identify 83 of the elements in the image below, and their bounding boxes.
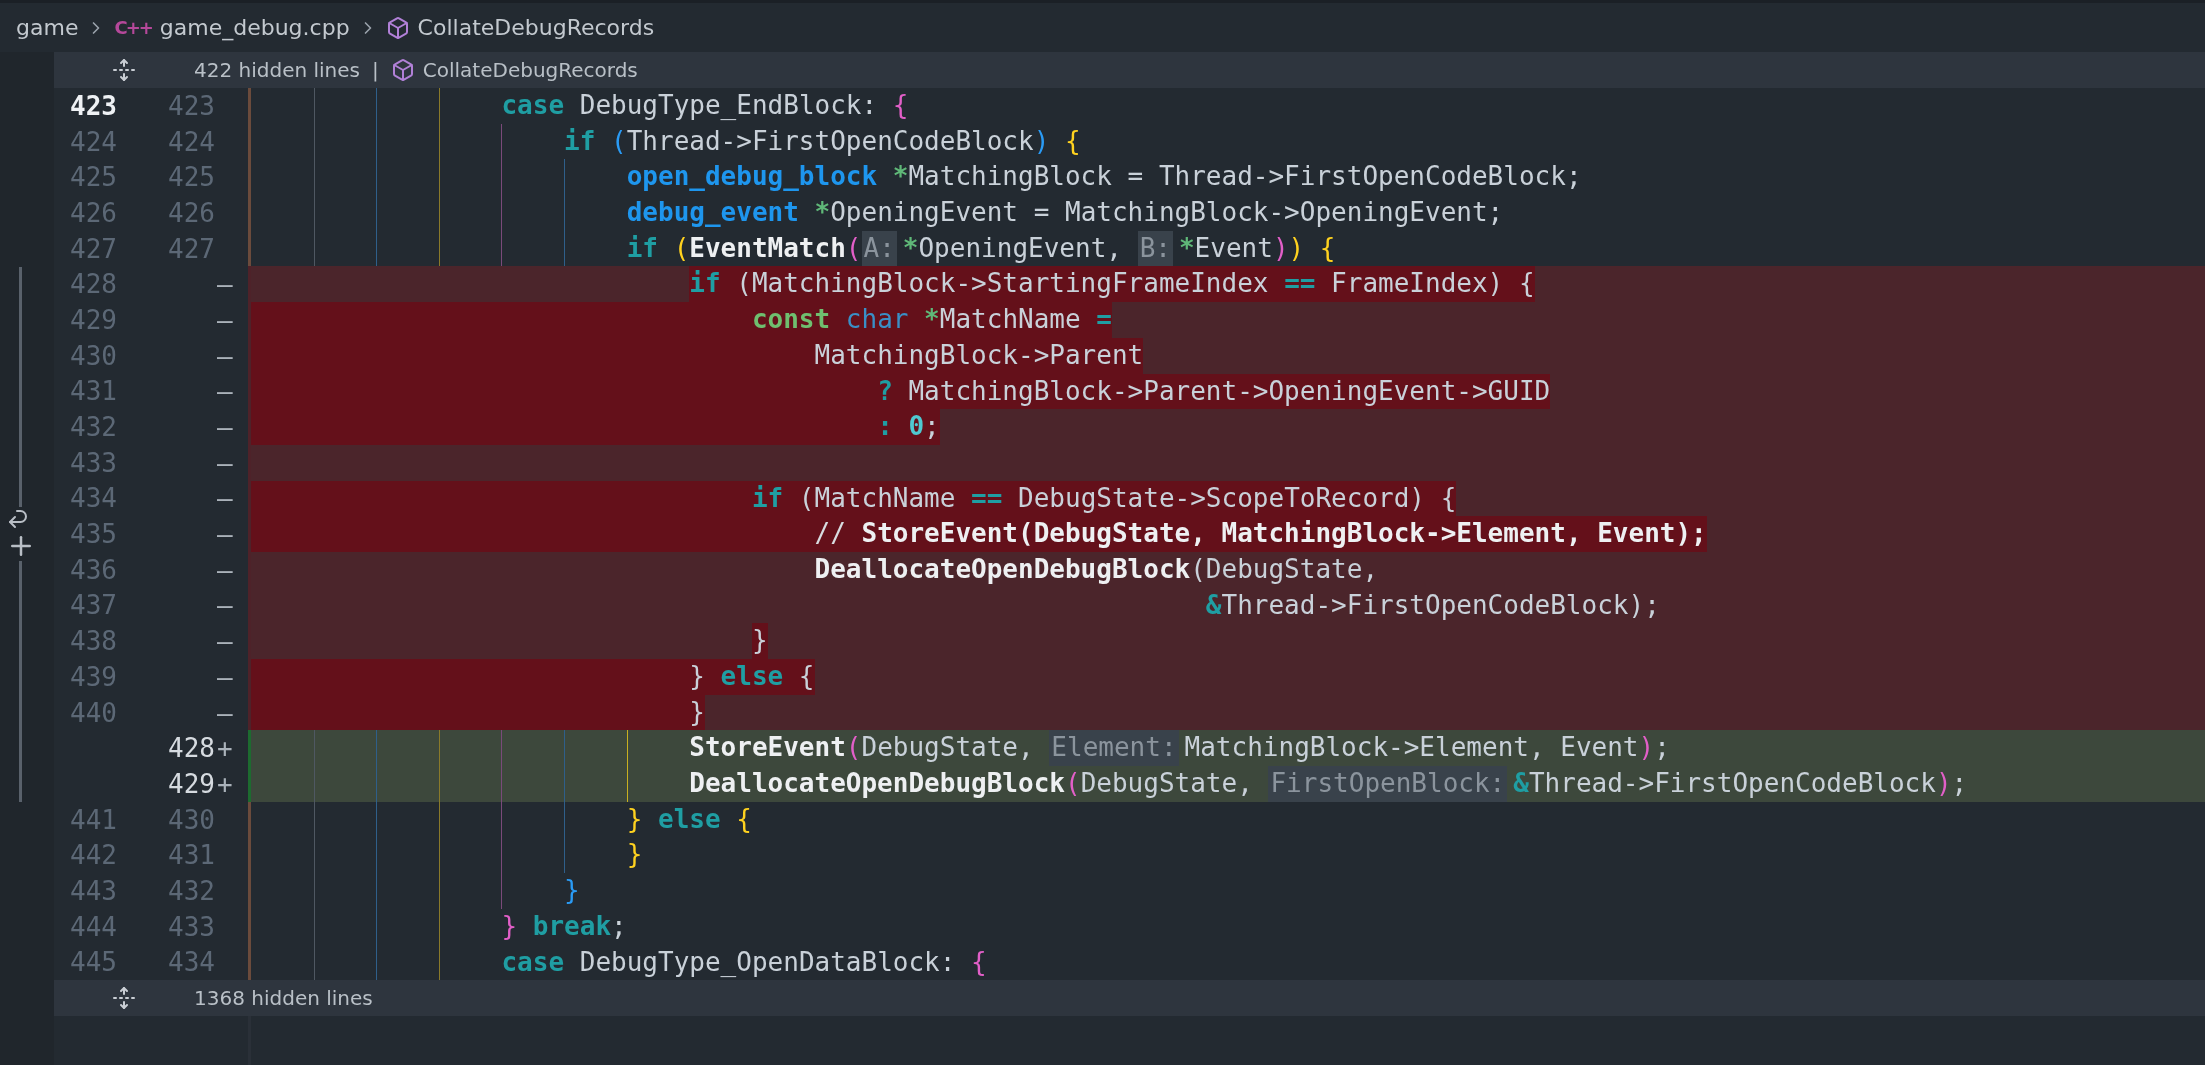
line-number: 426 bbox=[167, 197, 215, 228]
line-number: 430 bbox=[69, 340, 117, 371]
line-number: 431 bbox=[167, 840, 215, 871]
code-line: &Thread->FirstOpenCodeBlock); bbox=[1205, 588, 1660, 622]
diff-sign: — bbox=[216, 626, 234, 657]
code-line: DeallocateOpenDebugBlock(DebugState, bbox=[814, 552, 1379, 586]
line-number: 443 bbox=[69, 875, 117, 906]
diff-sign: — bbox=[216, 412, 234, 443]
line-number: 439 bbox=[69, 661, 117, 692]
code-line: } break; bbox=[501, 909, 627, 943]
line-number: 434 bbox=[69, 483, 117, 514]
code-line: if (Thread->FirstOpenCodeBlock) { bbox=[564, 124, 1081, 158]
line-number: 427 bbox=[69, 233, 117, 264]
breadcrumb-item[interactable]: CollateDebugRecords bbox=[417, 15, 655, 40]
line-number: 427 bbox=[167, 233, 215, 264]
diff-sign: — bbox=[216, 483, 234, 514]
cube-icon bbox=[385, 15, 410, 40]
code-line: debug_event *OpeningEvent = MatchingBlock->OpeningEvent; bbox=[626, 196, 1504, 230]
line-number: 445 bbox=[69, 947, 117, 978]
symbol-name: CollateDebugRecords bbox=[422, 58, 638, 82]
cube-icon bbox=[390, 58, 415, 82]
diff-sign: — bbox=[216, 269, 234, 300]
line-number: 435 bbox=[69, 519, 117, 550]
line-number: 425 bbox=[167, 162, 215, 193]
code-line: case DebugType_OpenDataBlock: { bbox=[501, 945, 987, 979]
code-line: if (EventMatch(A: *OpeningEvent, B: *Event)) { bbox=[626, 230, 1336, 267]
line-number: 432 bbox=[167, 875, 215, 906]
code-line: } else { bbox=[689, 659, 815, 695]
line-number: 424 bbox=[69, 126, 117, 157]
breadcrumb-item[interactable]: game_debug.cpp bbox=[159, 15, 350, 40]
line-number: 429 bbox=[69, 304, 117, 335]
line-number: 432 bbox=[69, 412, 117, 443]
code-line: } bbox=[564, 874, 580, 908]
line-number: 442 bbox=[69, 840, 117, 871]
hidden-lines-label: 422 hidden lines bbox=[194, 58, 360, 82]
code-line: // StoreEvent(DebugState, MatchingBlock->Element, Event); bbox=[814, 516, 1707, 552]
line-number: 428 bbox=[167, 733, 215, 764]
diff-sign: — bbox=[216, 340, 234, 371]
code-line: ? MatchingBlock->Parent->OpeningEvent->GUID bbox=[877, 373, 1551, 410]
diff-sign: + bbox=[216, 768, 234, 799]
line-number: 423 bbox=[69, 90, 117, 121]
code-line: const char *MatchName = bbox=[751, 302, 1112, 338]
line-number: 433 bbox=[69, 447, 117, 478]
folded-region-bar[interactable]: 1368 hidden lines bbox=[54, 980, 2205, 1017]
hidden-lines-label: 1368 hidden lines bbox=[194, 986, 373, 1011]
line-number: 431 bbox=[69, 376, 117, 407]
separator: | bbox=[372, 58, 379, 82]
line-number: 423 bbox=[167, 90, 215, 121]
line-number: 434 bbox=[167, 947, 215, 978]
diff-sign: — bbox=[216, 554, 234, 585]
line-number: 436 bbox=[69, 554, 117, 585]
line-number: 444 bbox=[69, 911, 117, 942]
line-number: 441 bbox=[69, 804, 117, 835]
diff-sign: — bbox=[216, 661, 234, 692]
line-number: 429 bbox=[167, 768, 215, 799]
breadcrumb-item[interactable]: game bbox=[16, 15, 79, 40]
code-line: DeallocateOpenDebugBlock(DebugState, FirstOpenBlock: &Thread->FirstOpenCodeBlock); bbox=[689, 766, 1968, 802]
code-line: : 0; bbox=[877, 409, 940, 445]
diff-sign: + bbox=[216, 733, 234, 764]
code-line: } bbox=[626, 838, 643, 872]
line-number: 426 bbox=[69, 197, 117, 228]
folded-region-bar[interactable]: 422 hidden lines | CollateDebugRecords bbox=[54, 52, 2205, 88]
line-number: 425 bbox=[69, 162, 117, 193]
diff-sign: — bbox=[216, 519, 234, 550]
line-number: 430 bbox=[167, 804, 215, 835]
line-number: 433 bbox=[167, 911, 215, 942]
line-number: 440 bbox=[69, 697, 117, 728]
code-line: open_debug_block *MatchingBlock = Thread->FirstOpenCodeBlock; bbox=[626, 160, 1582, 194]
code-line: if (MatchingBlock->StartingFrameIndex == FrameIndex) { bbox=[689, 266, 1535, 303]
code-line: } else { bbox=[626, 802, 752, 836]
line-number: 438 bbox=[69, 626, 117, 657]
code-line: if (MatchName == DebugState->ScopeToRecord) { bbox=[751, 480, 1457, 517]
line-number: 428 bbox=[69, 269, 117, 300]
diff-sign: — bbox=[216, 376, 234, 407]
line-number: 437 bbox=[69, 590, 117, 621]
diff-sign: — bbox=[216, 304, 234, 335]
code-line: StoreEvent(DebugState, Element: MatchingBlock->Element, Event); bbox=[689, 730, 1670, 767]
diff-sign: — bbox=[216, 697, 234, 728]
line-number: 424 bbox=[167, 126, 215, 157]
code-line: case DebugType_EndBlock: { bbox=[501, 89, 909, 122]
diff-sign: — bbox=[216, 590, 234, 621]
file-type-icon: C++ bbox=[114, 17, 152, 38]
diff-sign: — bbox=[216, 447, 234, 478]
